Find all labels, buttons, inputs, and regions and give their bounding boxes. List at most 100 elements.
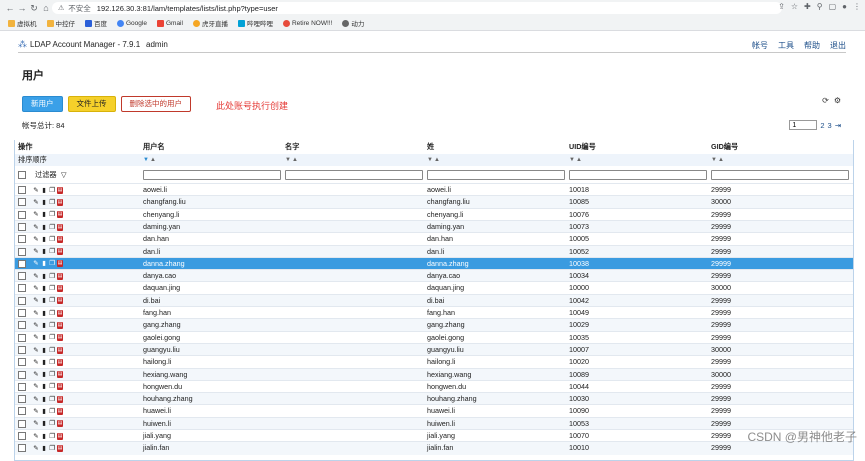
- edit-icon[interactable]: ✎: [33, 371, 39, 378]
- delete-selected-button[interactable]: 删除选中的用户: [120, 96, 191, 112]
- extensions-icon[interactable]: ✚: [804, 2, 811, 11]
- pdf-icon[interactable]: ▤: [57, 198, 63, 206]
- cell-username[interactable]: jialin.fan: [143, 442, 169, 454]
- pdf-icon[interactable]: ▤: [57, 260, 63, 268]
- bookmark-item[interactable]: 动力: [342, 18, 364, 28]
- sort-asc-icon[interactable]: ▲: [150, 157, 157, 163]
- sort-uidnumber[interactable]: ▼▲: [569, 154, 583, 166]
- sort-desc-icon[interactable]: ▼: [143, 157, 150, 163]
- copy-icon[interactable]: ❐: [49, 396, 55, 403]
- trash-icon[interactable]: ▮: [41, 260, 47, 267]
- row-checkbox[interactable]: [18, 222, 26, 231]
- header-givenname[interactable]: 名字: [285, 140, 299, 152]
- row-checkbox[interactable]: [18, 186, 26, 195]
- edit-icon[interactable]: ✎: [33, 273, 39, 280]
- row-checkbox[interactable]: [18, 210, 26, 219]
- warning-icon[interactable]: ⚠: [58, 4, 64, 12]
- bookmark-item[interactable]: 哔哩哔哩: [237, 18, 273, 28]
- pdf-icon[interactable]: ▤: [57, 408, 63, 416]
- last-page-icon[interactable]: ⇥: [835, 121, 841, 130]
- home-icon[interactable]: ⌂: [40, 3, 52, 13]
- copy-icon[interactable]: ❐: [49, 273, 55, 280]
- edit-icon[interactable]: ✎: [33, 248, 39, 255]
- table-row[interactable]: ✎ ▮ ❐ ▤ huawei.li huawei.li 10090 29999: [15, 404, 853, 417]
- copy-icon[interactable]: ❐: [49, 347, 55, 354]
- filter-uidnumber-input[interactable]: [569, 170, 707, 180]
- table-row[interactable]: ✎ ▮ ❐ ▤ houhang.zhang houhang.zhang 10030 29999: [15, 392, 853, 406]
- forward-icon[interactable]: →: [16, 3, 28, 13]
- row-checkbox[interactable]: [18, 432, 26, 441]
- bookmark-item[interactable]: 中控仔: [46, 18, 75, 28]
- file-upload-button[interactable]: 文件上传: [67, 96, 116, 112]
- row-checkbox[interactable]: [18, 309, 26, 318]
- table-row[interactable]: ✎ ▮ ❐ ▤ hexiang.wang hexiang.wang 10089 30000: [15, 367, 853, 381]
- trash-icon[interactable]: ▮: [41, 310, 47, 317]
- pdf-icon[interactable]: ▤: [57, 248, 63, 256]
- trash-icon[interactable]: ▮: [41, 322, 47, 329]
- copy-icon[interactable]: ❐: [49, 248, 55, 255]
- pin-icon[interactable]: ⚲: [817, 2, 823, 11]
- copy-icon[interactable]: ❐: [49, 433, 55, 440]
- page-number-input[interactable]: [789, 120, 818, 130]
- header-username[interactable]: 用户名: [143, 140, 165, 152]
- menu-icon[interactable]: ⋮: [853, 2, 861, 11]
- table-row[interactable]: ✎ ▮ ❐ ▤ hongwen.du hongwen.du 10044 29999: [15, 379, 853, 393]
- bookmark-item[interactable]: 虚拟机: [8, 18, 37, 28]
- pdf-icon[interactable]: ▤: [57, 371, 63, 379]
- sort-surname[interactable]: ▼▲: [427, 154, 441, 166]
- edit-icon[interactable]: ✎: [33, 334, 39, 341]
- edit-icon[interactable]: ✎: [33, 383, 39, 390]
- row-checkbox[interactable]: [18, 259, 26, 268]
- edit-icon[interactable]: ✎: [33, 187, 39, 194]
- header-gidnumber[interactable]: GID编号: [711, 140, 738, 152]
- trash-icon[interactable]: ▮: [41, 383, 47, 390]
- pdf-icon[interactable]: ▤: [57, 420, 63, 428]
- url-text[interactable]: 192.126.30.3:81/lam/templates/lists/list…: [97, 4, 278, 13]
- filter-gidnumber-input[interactable]: [711, 170, 849, 180]
- trash-icon[interactable]: ▮: [41, 420, 47, 427]
- row-checkbox[interactable]: [18, 235, 26, 244]
- reload-icon[interactable]: ↻: [28, 3, 40, 14]
- row-checkbox[interactable]: [18, 284, 26, 293]
- table-row[interactable]: ✎ ▮ ❐ ▤ hailong.li hailong.li 10020 29999: [15, 355, 853, 368]
- trash-icon[interactable]: ▮: [41, 334, 47, 341]
- edit-icon[interactable]: ✎: [33, 297, 39, 304]
- address-bar[interactable]: ⚠ 不安全 192.126.30.3:81/lam/templates/list…: [52, 2, 782, 14]
- filter-surname-input[interactable]: [427, 170, 565, 180]
- copy-icon[interactable]: ❐: [49, 359, 55, 366]
- header-uidnumber[interactable]: UID编号: [569, 140, 596, 152]
- row-checkbox[interactable]: [18, 419, 26, 428]
- pdf-icon[interactable]: ▤: [57, 186, 63, 194]
- edit-icon[interactable]: ✎: [33, 420, 39, 427]
- copy-icon[interactable]: ❐: [49, 187, 55, 194]
- menu-accounts[interactable]: 帐号: [752, 40, 768, 51]
- sort-desc-icon[interactable]: ▼: [711, 157, 718, 163]
- edit-icon[interactable]: ✎: [33, 310, 39, 317]
- trash-icon[interactable]: ▮: [41, 187, 47, 194]
- row-checkbox[interactable]: [18, 333, 26, 342]
- sort-asc-icon[interactable]: ▲: [576, 157, 583, 163]
- copy-icon[interactable]: ❐: [49, 322, 55, 329]
- trash-icon[interactable]: ▮: [41, 396, 47, 403]
- menu-logout[interactable]: 退出: [830, 40, 846, 51]
- sort-asc-icon[interactable]: ▲: [718, 157, 725, 163]
- trash-icon[interactable]: ▮: [41, 433, 47, 440]
- trash-icon[interactable]: ▮: [41, 273, 47, 280]
- header-surname[interactable]: 姓: [427, 140, 434, 152]
- pdf-icon[interactable]: ▤: [57, 383, 63, 391]
- table-row[interactable]: ✎ ▮ ❐ ▤ huiwen.li huiwen.li 10053 29999: [15, 416, 853, 430]
- row-checkbox[interactable]: [18, 272, 26, 281]
- table-row[interactable]: ✎ ▮ ❐ ▤ danya.cao danya.cao 10034 29999: [15, 269, 853, 283]
- row-checkbox[interactable]: [18, 345, 26, 354]
- copy-icon[interactable]: ❐: [49, 408, 55, 415]
- trash-icon[interactable]: ▮: [41, 347, 47, 354]
- gear-icon[interactable]: ⚙: [834, 96, 841, 105]
- back-icon[interactable]: ←: [4, 3, 16, 13]
- edit-icon[interactable]: ✎: [33, 211, 39, 218]
- share-icon[interactable]: ⇪: [778, 2, 785, 11]
- row-checkbox[interactable]: [18, 395, 26, 404]
- pdf-icon[interactable]: ▤: [57, 223, 63, 231]
- table-row[interactable]: ✎ ▮ ❐ ▤ fang.han fang.han 10049 29999: [15, 306, 853, 319]
- row-checkbox[interactable]: [18, 247, 26, 256]
- copy-icon[interactable]: ❐: [49, 334, 55, 341]
